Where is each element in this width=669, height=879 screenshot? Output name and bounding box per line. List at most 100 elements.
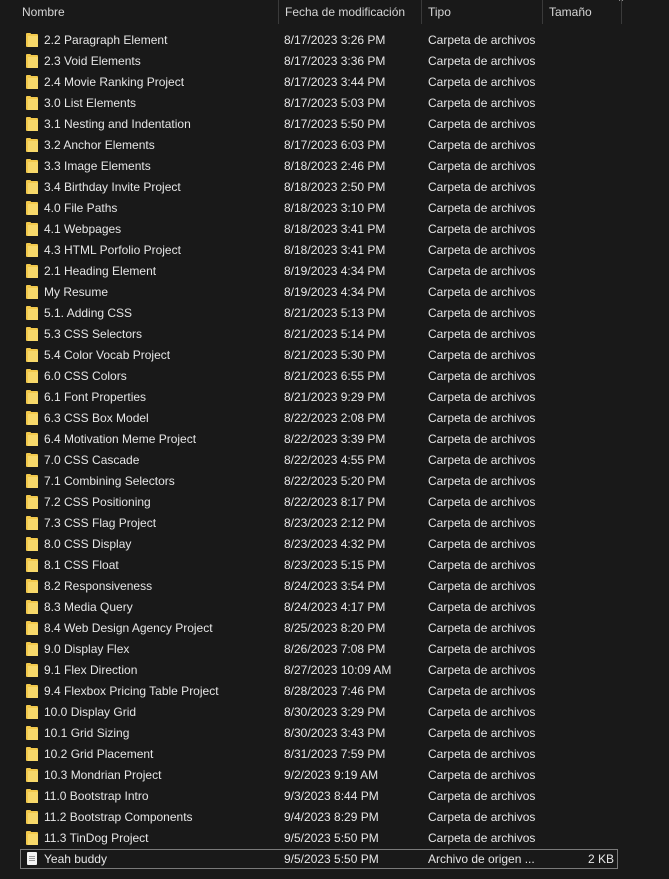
file-list-row[interactable]: 4.3 HTML Porfolio Project 8/18/2023 3:41 … <box>0 240 669 261</box>
file-list-row[interactable]: 5.1. Adding CSS 8/21/2023 5:13 PM Carpeta … <box>0 303 669 324</box>
row-icon-cell <box>26 135 40 156</box>
file-list-row[interactable]: 9.4 Flexbox Pricing Table Project 8/28/20… <box>0 681 669 702</box>
file-list-row[interactable]: 2.1 Heading Element 8/19/2023 4:34 PM Carp… <box>0 261 669 282</box>
row-date-modified: 9/3/2023 8:44 PM <box>284 789 379 803</box>
row-icon-cell <box>26 534 40 555</box>
row-icon-cell <box>26 261 40 282</box>
file-list-row[interactable]: 3.1 Nesting and Indentation 8/17/2023 5:5… <box>0 114 669 135</box>
file-list-row[interactable]: 3.4 Birthday Invite Project 8/18/2023 2:5… <box>0 177 669 198</box>
file-list-row[interactable]: Yeah buddy 9/5/2023 5:50 PM Archivo de ori… <box>0 849 669 870</box>
row-date-modified: 8/17/2023 3:26 PM <box>284 33 386 47</box>
row-icon-cell <box>26 30 40 51</box>
file-list-row[interactable]: 8.4 Web Design Agency Project 8/25/2023 8… <box>0 618 669 639</box>
folder-icon <box>26 768 38 782</box>
file-list-row[interactable]: My Resume 8/19/2023 4:34 PM Carpeta de arc… <box>0 282 669 303</box>
file-list-row[interactable]: 8.3 Media Query 8/24/2023 4:17 PM Carpeta … <box>0 597 669 618</box>
row-date-modified: 8/22/2023 3:39 PM <box>284 432 386 446</box>
row-date-modified: 9/2/2023 9:19 AM <box>284 768 379 782</box>
file-list-row[interactable]: 7.0 CSS Cascade 8/22/2023 4:55 PM Carpeta … <box>0 450 669 471</box>
row-type: Carpeta de archivos <box>428 726 536 740</box>
file-list-row[interactable]: 4.1 Webpages 8/18/2023 3:41 PM Carpeta de … <box>0 219 669 240</box>
row-date-modified: 9/4/2023 8:29 PM <box>284 810 379 824</box>
file-list-row[interactable]: 3.2 Anchor Elements 8/17/2023 6:03 PM Carp… <box>0 135 669 156</box>
folder-icon <box>26 747 38 761</box>
row-name: 11.3 TinDog Project <box>44 831 149 845</box>
row-icon-cell <box>26 345 40 366</box>
row-date-modified: 8/23/2023 5:15 PM <box>284 558 386 572</box>
row-date-modified: 8/21/2023 6:55 PM <box>284 369 386 383</box>
row-date-modified: 8/17/2023 6:03 PM <box>284 138 386 152</box>
row-size <box>546 807 614 828</box>
row-type: Carpeta de archivos <box>428 768 536 782</box>
row-type: Carpeta de archivos <box>428 684 536 698</box>
folder-icon <box>26 474 38 488</box>
row-name: 3.4 Birthday Invite Project <box>44 180 181 194</box>
row-date-modified: 8/21/2023 5:30 PM <box>284 348 386 362</box>
file-list-row[interactable]: 3.0 List Elements 8/17/2023 5:03 PM Carpet… <box>0 93 669 114</box>
file-list-row[interactable]: 8.0 CSS Display 8/23/2023 4:32 PM Carpeta … <box>0 534 669 555</box>
row-name: 4.3 HTML Porfolio Project <box>44 243 181 257</box>
column-header-type[interactable]: Tipo <box>421 0 542 24</box>
folder-icon <box>26 621 38 635</box>
file-list-row[interactable]: 5.4 Color Vocab Project 8/21/2023 5:30 PM… <box>0 345 669 366</box>
row-icon-cell <box>26 387 40 408</box>
file-list-row[interactable]: 5.3 CSS Selectors 8/21/2023 5:14 PM Carpet… <box>0 324 669 345</box>
row-date-modified: 8/18/2023 3:10 PM <box>284 201 386 215</box>
file-list-row[interactable]: 2.2 Paragraph Element 8/17/2023 3:26 PM Ca… <box>0 30 669 51</box>
file-explorer-list: Nombre ^ Fecha de modificación Tipo Tama… <box>0 0 669 879</box>
file-list-row[interactable]: 7.3 CSS Flag Project 8/23/2023 2:12 PM Car… <box>0 513 669 534</box>
folder-icon <box>26 201 38 215</box>
row-icon-cell <box>26 450 40 471</box>
row-date-modified: 8/18/2023 2:46 PM <box>284 159 386 173</box>
column-header-date-modified[interactable]: ^ Fecha de modificación <box>278 0 623 24</box>
row-icon-cell <box>26 618 40 639</box>
file-list-row[interactable]: 10.1 Grid Sizing 8/30/2023 3:43 PM Carpeta… <box>0 723 669 744</box>
row-type: Carpeta de archivos <box>428 789 536 803</box>
file-list-row[interactable]: 11.3 TinDog Project 9/5/2023 5:50 PM Carpe… <box>0 828 669 849</box>
file-list-row[interactable]: 3.3 Image Elements 8/18/2023 2:46 PM Carpe… <box>0 156 669 177</box>
file-list-row[interactable]: 10.0 Display Grid 8/30/2023 3:29 PM Carpet… <box>0 702 669 723</box>
file-list-row[interactable]: 6.4 Motivation Meme Project 8/22/2023 3:3… <box>0 429 669 450</box>
file-list-row[interactable]: 6.0 CSS Colors 8/21/2023 6:55 PM Carpeta d… <box>0 366 669 387</box>
file-list-row[interactable]: 11.0 Bootstrap Intro 9/3/2023 8:44 PM Carp… <box>0 786 669 807</box>
row-size <box>546 660 614 681</box>
folder-icon <box>26 705 38 719</box>
row-type: Carpeta de archivos <box>428 159 536 173</box>
file-list-row[interactable]: 7.2 CSS Positioning 8/22/2023 8:17 PM Carp… <box>0 492 669 513</box>
file-list-row[interactable]: 6.3 CSS Box Model 8/22/2023 2:08 PM Carpet… <box>0 408 669 429</box>
row-name: 10.1 Grid Sizing <box>44 726 130 740</box>
file-list-row[interactable]: 10.3 Mondrian Project 9/2/2023 9:19 AM Car… <box>0 765 669 786</box>
row-icon-cell <box>26 765 40 786</box>
row-size <box>546 387 614 408</box>
row-date-modified: 8/22/2023 8:17 PM <box>284 495 386 509</box>
row-name: 3.0 List Elements <box>44 96 137 110</box>
folder-icon <box>26 579 38 593</box>
row-type: Carpeta de archivos <box>428 33 536 47</box>
folder-icon <box>26 348 38 362</box>
file-list-row[interactable]: 8.2 Responsiveness 8/24/2023 3:54 PM Carpe… <box>0 576 669 597</box>
folder-icon <box>26 600 38 614</box>
row-type: Carpeta de archivos <box>428 54 536 68</box>
row-size <box>546 366 614 387</box>
row-name: 2.1 Heading Element <box>44 264 157 278</box>
folder-icon <box>26 390 38 404</box>
file-list-row[interactable]: 7.1 Combining Selectors 8/22/2023 5:20 PM… <box>0 471 669 492</box>
row-name: 2.2 Paragraph Element <box>44 33 168 47</box>
row-name: 3.3 Image Elements <box>44 159 151 173</box>
file-list-row[interactable]: 11.2 Bootstrap Components 9/4/2023 8:29 P… <box>0 807 669 828</box>
column-header-name[interactable]: Nombre <box>0 0 278 24</box>
file-list-row[interactable]: 10.2 Grid Placement 8/31/2023 7:59 PM Carp… <box>0 744 669 765</box>
row-size <box>546 303 614 324</box>
file-list-row[interactable]: 6.1 Font Properties 8/21/2023 9:29 PM Carp… <box>0 387 669 408</box>
row-type: Carpeta de archivos <box>428 201 536 215</box>
file-list-row[interactable]: 2.4 Movie Ranking Project 8/17/2023 3:44 … <box>0 72 669 93</box>
folder-icon <box>26 243 38 257</box>
file-list-row[interactable]: 4.0 File Paths 8/18/2023 3:10 PM Carpeta d… <box>0 198 669 219</box>
column-header-size[interactable]: Tamaño <box>542 0 622 24</box>
file-list-row[interactable]: 8.1 CSS Float 8/23/2023 5:15 PM Carpeta de… <box>0 555 669 576</box>
row-size <box>546 723 614 744</box>
file-list-row[interactable]: 9.0 Display Flex 8/26/2023 7:08 PM Carpeta… <box>0 639 669 660</box>
file-list-row[interactable]: 2.3 Void Elements 8/17/2023 3:36 PM Carpet… <box>0 51 669 72</box>
row-date-modified: 8/19/2023 4:34 PM <box>284 264 386 278</box>
file-list-row[interactable]: 9.1 Flex Direction 8/27/2023 10:09 AM Carp… <box>0 660 669 681</box>
